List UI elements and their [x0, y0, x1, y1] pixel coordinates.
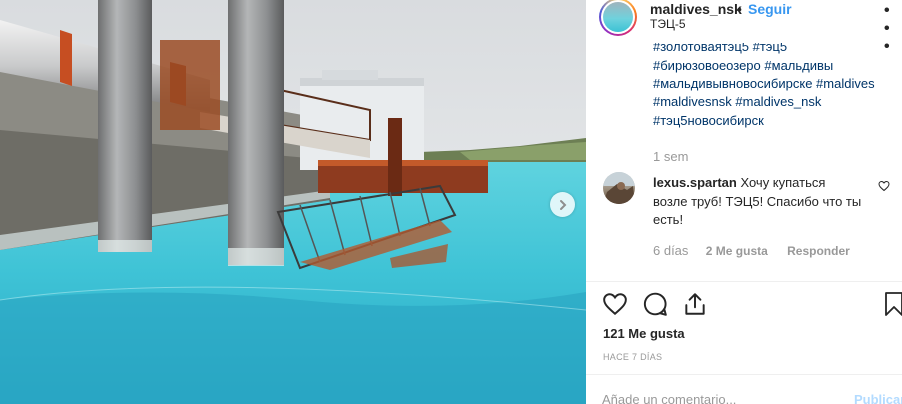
likes-count[interactable]: 121 Me gusta	[603, 326, 685, 341]
hashtag[interactable]: #maldives_nsk	[735, 94, 821, 109]
username-link[interactable]: maldives_nsk	[650, 1, 742, 17]
comment-timestamp: 6 días	[653, 243, 689, 258]
comment-icon[interactable]	[642, 291, 668, 317]
hashtag[interactable]: #maldives	[816, 76, 875, 91]
hashtag[interactable]: #maldivesnsk	[653, 94, 732, 109]
caption-hashtags: #золотоваятэц5 #тэц5 #бирюзовоеозеро #ма…	[653, 43, 898, 130]
industrial-lake-image	[0, 0, 586, 404]
post-header: maldives_nsk • Seguir ТЭЦ-5 • • •	[586, 0, 902, 55]
chevron-right-icon	[559, 199, 566, 210]
post-side-panel: maldives_nsk • Seguir ТЭЦ-5 • • • #золот…	[586, 0, 902, 404]
post-photo[interactable]	[0, 0, 586, 404]
commenter-avatar[interactable]	[603, 172, 635, 204]
comment-likes[interactable]: 2 Me gusta	[706, 244, 768, 258]
avatar	[603, 2, 633, 32]
divider	[586, 374, 902, 375]
hashtag[interactable]: #тэц5новосибирск	[653, 113, 764, 128]
separator-dot: •	[737, 1, 742, 17]
next-image-button[interactable]	[550, 192, 575, 217]
story-ring[interactable]	[599, 0, 637, 36]
comment-input[interactable]: Añade un comentario...	[602, 392, 736, 404]
share-icon[interactable]	[682, 291, 708, 317]
post-date: HACE 7 DÍAS	[603, 352, 663, 362]
hashtag[interactable]: #бирюзовоеозеро	[653, 58, 761, 73]
avatar-frame	[601, 0, 635, 34]
commenter-photo	[603, 172, 635, 204]
hashtag[interactable]: #мальдивы	[764, 58, 833, 73]
commenter-username[interactable]: lexus.spartan	[653, 175, 737, 190]
heart-icon[interactable]	[602, 291, 628, 317]
bookmark-icon[interactable]	[884, 291, 902, 317]
hashtag-partial[interactable]: #золотоваятэц5 #тэц5	[653, 43, 787, 54]
reply-button[interactable]: Responder	[787, 244, 850, 258]
comment-like-heart-icon[interactable]	[878, 180, 890, 192]
publish-button[interactable]: Publicar	[854, 392, 902, 404]
caption-timestamp: 1 sem	[653, 149, 689, 164]
follow-button[interactable]: Seguir	[748, 1, 792, 17]
hashtag[interactable]: #мальдивывновосибирске	[653, 76, 812, 91]
location-link[interactable]: ТЭЦ-5	[650, 17, 686, 31]
comment-body: lexus.spartan Хочу купаться возле труб! …	[653, 174, 863, 230]
action-bar	[586, 291, 902, 321]
comment-meta: 6 días 2 Me gusta Responder	[653, 243, 850, 258]
divider	[586, 281, 902, 282]
